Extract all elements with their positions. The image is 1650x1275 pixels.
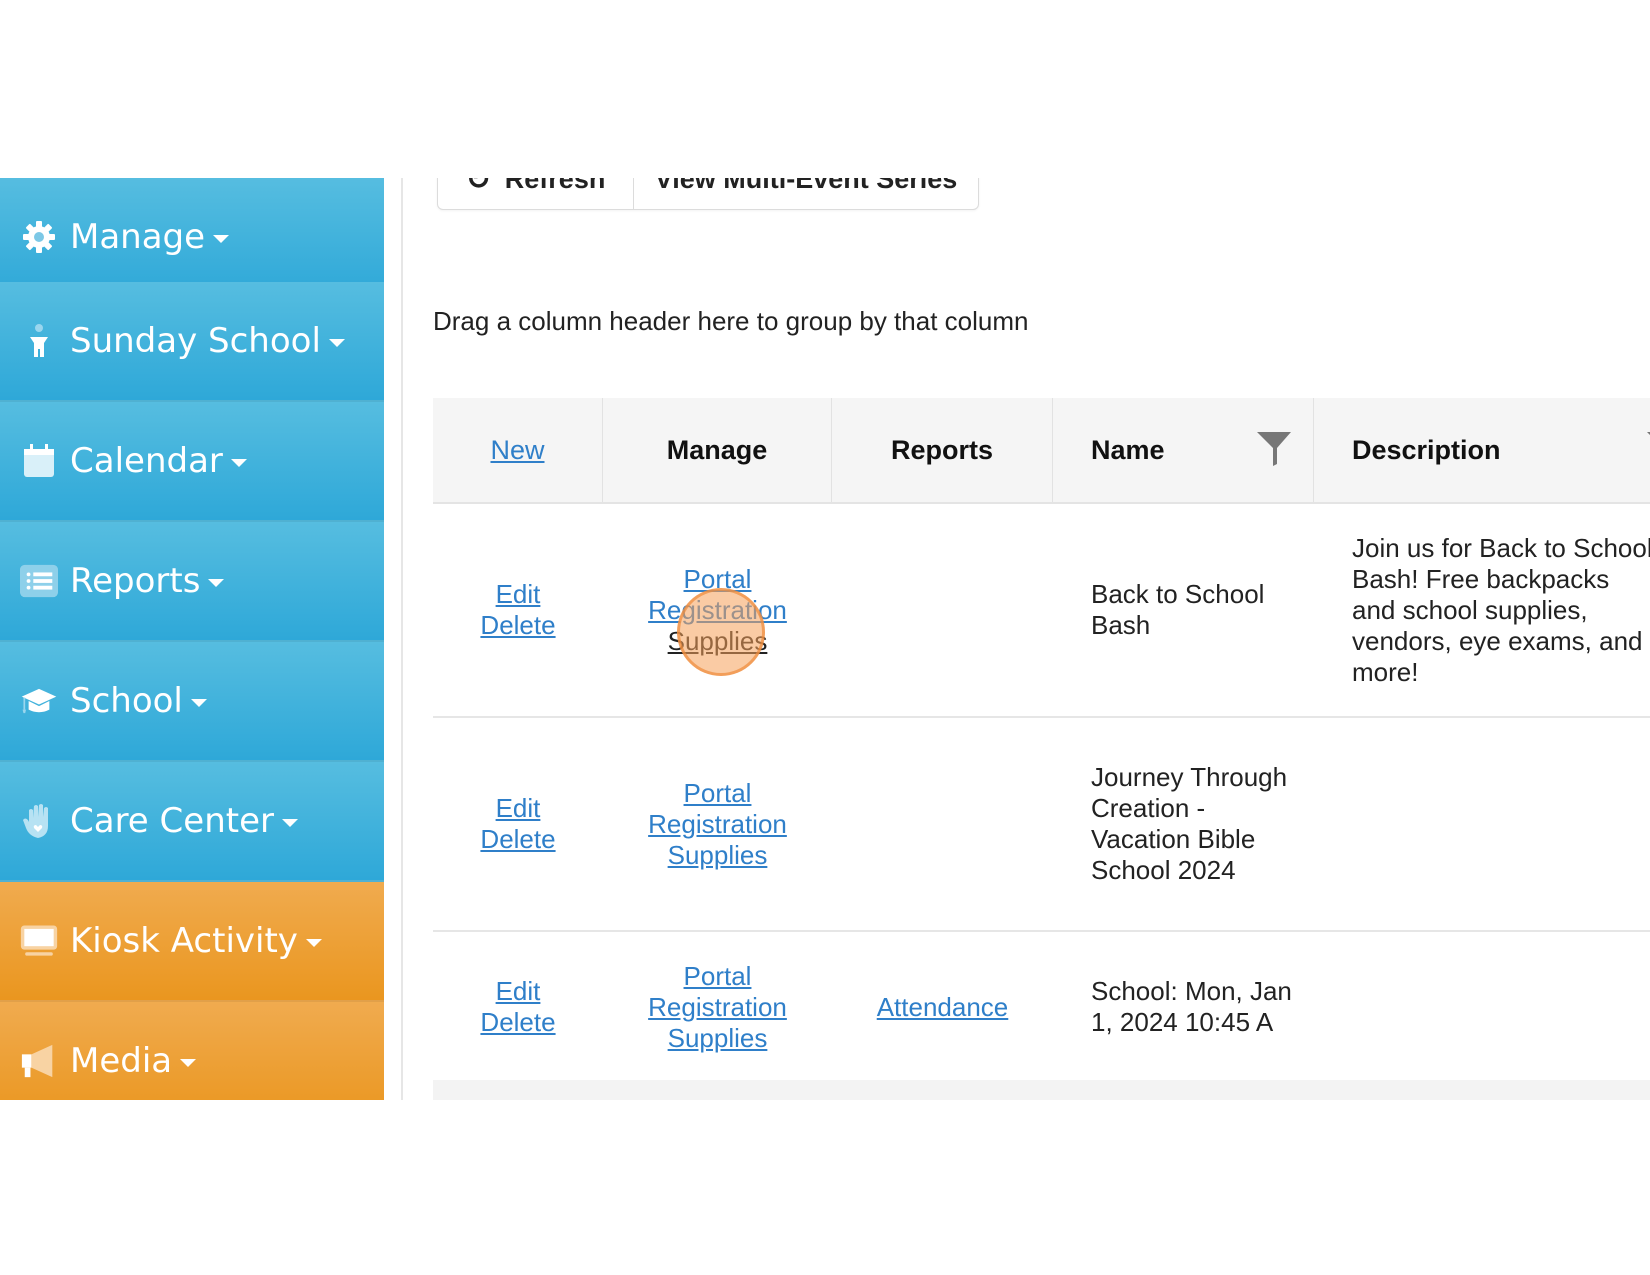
multi-event-label: View Multi-Event Series — [654, 178, 958, 194]
registration-link[interactable]: Registration — [648, 992, 787, 1023]
chevron-down-icon — [305, 939, 322, 947]
chevron-down-icon — [180, 1059, 197, 1067]
column-header-name-label: Name — [1091, 434, 1165, 465]
sidebar-item-reports[interactable]: Reports — [0, 522, 384, 642]
list-icon — [20, 562, 58, 600]
supplies-link[interactable]: Supplies — [668, 1023, 768, 1054]
sidebar-item-label: Media — [70, 1041, 173, 1081]
sidebar-item-media[interactable]: Media — [0, 1002, 384, 1100]
portal-link[interactable]: Portal — [684, 778, 752, 809]
delete-link[interactable]: Delete — [480, 610, 555, 641]
new-link[interactable]: New — [490, 435, 544, 466]
edit-link[interactable]: Edit — [496, 976, 541, 1007]
sidebar: Manage Sunday School Calendar Reports Sc… — [0, 178, 384, 1100]
sidebar-item-manage[interactable]: Manage — [0, 178, 384, 298]
table-row: Edit Delete Portal Registration Supplies… — [433, 932, 1650, 1084]
edit-link[interactable]: Edit — [496, 579, 541, 610]
description-cell — [1314, 932, 1650, 1082]
chevron-down-icon — [213, 235, 230, 243]
sidebar-item-label: Calendar — [70, 441, 223, 481]
column-header-description-label: Description — [1352, 434, 1501, 465]
manage-cell: Portal Registration Supplies — [603, 932, 832, 1082]
refresh-icon: ↻ — [465, 178, 491, 196]
reports-cell: Attendance — [832, 932, 1053, 1082]
table-row: Edit Delete Portal Registration Supplies… — [433, 504, 1650, 718]
chevron-down-icon — [190, 699, 207, 707]
attendance-link[interactable]: Attendance — [877, 992, 1009, 1023]
name-cell: Journey Through Creation - Vacation Bibl… — [1091, 762, 1288, 885]
group-by-drop-area[interactable]: Drag a column header here to group by th… — [433, 306, 1028, 337]
sidebar-divider — [401, 178, 403, 1100]
registration-link[interactable]: Registration — [648, 595, 787, 626]
megaphone-icon — [20, 1042, 58, 1080]
filter-icon[interactable] — [1257, 432, 1291, 473]
manage-cell: Portal Registration Supplies — [603, 718, 832, 930]
sidebar-item-label: Care Center — [70, 801, 274, 841]
sidebar-item-label: Sunday School — [70, 321, 321, 361]
supplies-link[interactable]: Supplies — [668, 840, 768, 871]
name-cell: Back to School Bash — [1091, 579, 1265, 640]
description-cell — [1314, 718, 1650, 930]
row-actions-cell: Edit Delete — [433, 932, 603, 1082]
refresh-button[interactable]: ↻ Refresh — [438, 178, 634, 209]
reports-cell — [832, 718, 1053, 930]
refresh-label: Refresh — [504, 178, 606, 194]
description-cell: Join us for Back to School Bash! Free ba… — [1352, 532, 1650, 687]
column-header-new: New — [433, 398, 603, 502]
sidebar-item-care-center[interactable]: Care Center — [0, 762, 384, 882]
chevron-down-icon — [208, 579, 225, 587]
app-viewport: Manage Sunday School Calendar Reports Sc… — [0, 178, 1650, 1100]
delete-link[interactable]: Delete — [480, 1007, 555, 1038]
sidebar-item-label: Kiosk Activity — [70, 921, 298, 961]
edit-link[interactable]: Edit — [496, 793, 541, 824]
table-row: Edit Delete Portal Registration Supplies… — [433, 718, 1650, 932]
sidebar-item-sunday-school[interactable]: Sunday School — [0, 282, 384, 402]
graduation-cap-icon — [20, 682, 58, 720]
registration-link[interactable]: Registration — [648, 809, 787, 840]
delete-link[interactable]: Delete — [480, 824, 555, 855]
grid-header: New Manage Reports Name Description — [433, 398, 1650, 504]
chevron-down-icon — [281, 819, 298, 827]
sidebar-item-calendar[interactable]: Calendar — [0, 402, 384, 522]
sidebar-item-label: Reports — [70, 561, 201, 601]
portal-link[interactable]: Portal — [684, 564, 752, 595]
row-actions-cell: Edit Delete — [433, 504, 603, 716]
portal-link[interactable]: Portal — [684, 961, 752, 992]
column-header-reports[interactable]: Reports — [832, 398, 1053, 502]
column-header-description[interactable]: Description — [1314, 398, 1650, 502]
sidebar-item-kiosk-activity[interactable]: Kiosk Activity — [0, 882, 384, 1002]
supplies-link[interactable]: Supplies — [668, 626, 768, 657]
sidebar-item-school[interactable]: School — [0, 642, 384, 762]
events-grid: New Manage Reports Name Description Edit… — [433, 398, 1650, 1084]
child-icon — [20, 322, 58, 360]
manage-cell: Portal Registration Supplies — [603, 504, 832, 716]
sidebar-item-label: Manage — [70, 217, 206, 257]
name-cell: School: Mon, Jan 1, 2024 10:45 A — [1091, 976, 1292, 1037]
grid-footer — [433, 1080, 1650, 1100]
monitor-icon — [20, 922, 58, 960]
view-multi-event-series-button[interactable]: View Multi-Event Series — [634, 178, 978, 209]
column-header-manage[interactable]: Manage — [603, 398, 832, 502]
chevron-down-icon — [328, 339, 345, 347]
grid-toolbar: ↻ Refresh View Multi-Event Series — [437, 178, 979, 210]
reports-cell — [832, 504, 1053, 716]
sidebar-item-label: School — [70, 681, 183, 721]
gear-icon — [20, 218, 58, 256]
hand-heart-icon — [20, 802, 58, 840]
column-header-name[interactable]: Name — [1053, 398, 1314, 502]
row-actions-cell: Edit Delete — [433, 718, 603, 930]
chevron-down-icon — [230, 459, 247, 467]
calendar-icon — [20, 442, 58, 480]
